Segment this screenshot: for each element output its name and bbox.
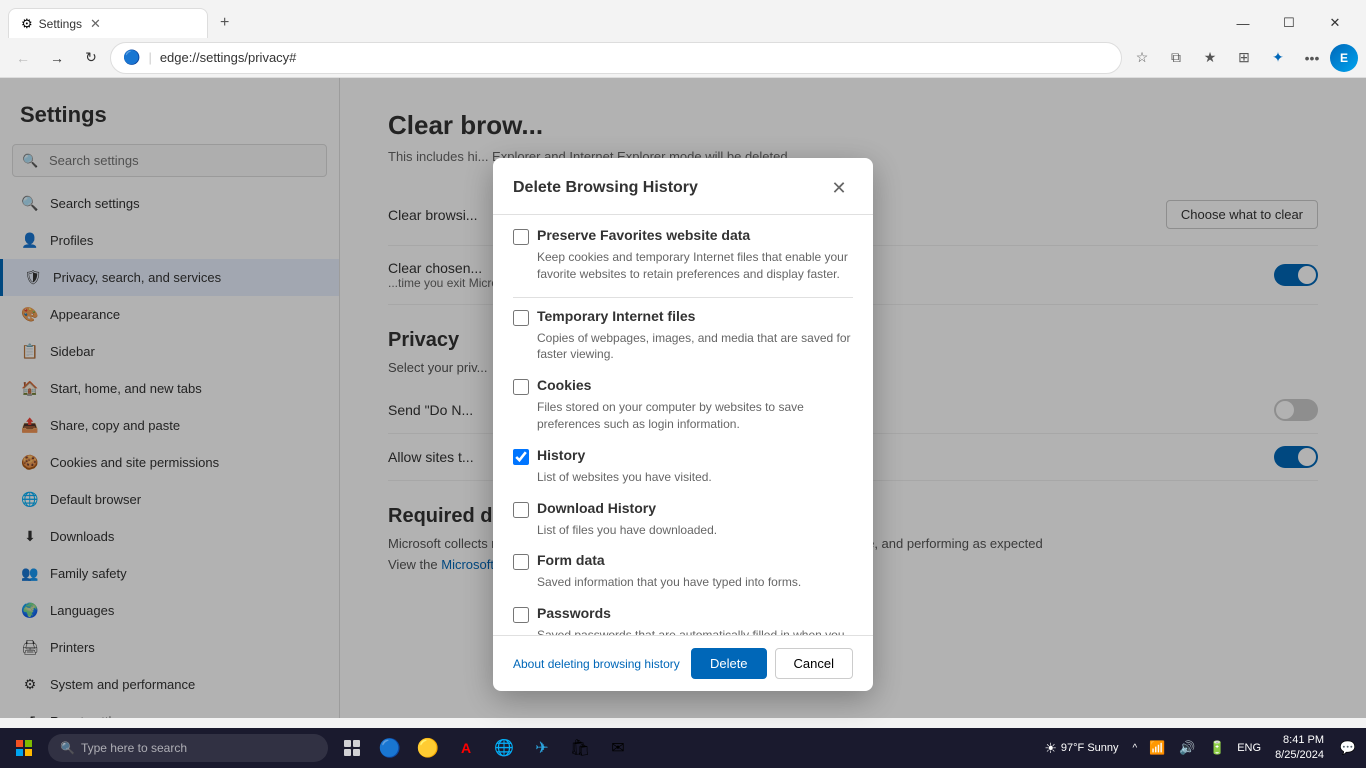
delete-browsing-history-modal: Delete Browsing History ✕ Preserve Favor… xyxy=(493,158,873,691)
modal-item-form-data: Form data Saved information that you hav… xyxy=(513,552,853,591)
modal-item-header-cookies: Cookies xyxy=(513,377,853,395)
modal-item-header-passwords: Passwords xyxy=(513,605,853,623)
taskbar-search-placeholder: Type here to search xyxy=(81,741,187,755)
forward-button[interactable]: → xyxy=(42,43,72,73)
language-indicator: ENG xyxy=(1233,742,1265,754)
battery-icon[interactable]: 🔋 xyxy=(1203,730,1231,766)
modal-item-temp-internet: Temporary Internet files Copies of webpa… xyxy=(513,308,853,364)
taskbar-search[interactable]: 🔍 Type here to search xyxy=(48,734,328,762)
settings-tab[interactable]: ⚙ Settings ✕ xyxy=(8,8,208,38)
address-bar[interactable]: 🔵 | edge://settings/privacy# xyxy=(110,42,1122,74)
taskbar-store-icon[interactable]: 🛍 xyxy=(562,730,598,766)
taskbar-apps: 🔵 🟡 A 🌐 ✈ 🛍 ✉ xyxy=(334,730,636,766)
back-button[interactable]: ← xyxy=(8,43,38,73)
checkbox-preserve-favorites[interactable] xyxy=(513,229,529,245)
label-cookies: Cookies xyxy=(537,377,591,393)
modal-overlay: Delete Browsing History ✕ Preserve Favor… xyxy=(0,78,1366,718)
desc-temp-internet: Copies of webpages, images, and media th… xyxy=(537,330,853,364)
modal-header: Delete Browsing History ✕ xyxy=(493,158,873,215)
modal-close-button[interactable]: ✕ xyxy=(825,174,853,202)
weather-widget[interactable]: ☀ 97°F Sunny xyxy=(1036,740,1126,757)
modal-item-passwords: Passwords Saved passwords that are autom… xyxy=(513,605,853,635)
modal-item-header-temp: Temporary Internet files xyxy=(513,308,853,326)
modal-divider-1 xyxy=(513,297,853,298)
label-temp-internet: Temporary Internet files xyxy=(537,308,695,324)
taskbar-edge-icon[interactable]: 🔵 xyxy=(372,730,408,766)
taskbar-right: ☀ 97°F Sunny ^ 📶 🔊 🔋 ENG 8:41 PM 8/25/20… xyxy=(1036,730,1362,766)
label-history: History xyxy=(537,447,585,463)
checkbox-cookies[interactable] xyxy=(513,379,529,395)
close-button[interactable]: ✕ xyxy=(1312,8,1358,38)
minimize-button[interactable]: — xyxy=(1220,8,1266,38)
taskbar-search-icon: 🔍 xyxy=(60,741,75,755)
taskbar-telegram-icon[interactable]: ✈ xyxy=(524,730,560,766)
toolbar: ← → ↻ 🔵 | edge://settings/privacy# ☆ ⧉ ★… xyxy=(0,38,1366,78)
refresh-button[interactable]: ↻ xyxy=(76,43,106,73)
edge-favicon-icon: 🔵 xyxy=(123,49,140,66)
modal-item-preserve-favorites: Preserve Favorites website data Keep coo… xyxy=(513,227,853,283)
edge-profile-icon[interactable]: E xyxy=(1330,44,1358,72)
copilot-button[interactable]: ✦ xyxy=(1262,42,1294,74)
address-url: edge://settings/privacy# xyxy=(160,50,297,65)
desc-form-data: Saved information that you have typed in… xyxy=(537,574,853,591)
taskbar-task-view[interactable] xyxy=(334,730,370,766)
modal-title: Delete Browsing History xyxy=(513,179,698,197)
address-separator: | xyxy=(148,50,151,65)
network-icon[interactable]: 📶 xyxy=(1143,730,1171,766)
desc-cookies: Files stored on your computer by website… xyxy=(537,399,853,433)
desc-download-history: List of files you have downloaded. xyxy=(537,522,853,539)
split-screen-button[interactable]: ⧉ xyxy=(1160,42,1192,74)
time: 8:41 PM xyxy=(1283,733,1324,748)
checkbox-download-history[interactable] xyxy=(513,502,529,518)
modal-item-history: History List of websites you have visite… xyxy=(513,447,853,486)
taskbar-autocad-icon[interactable]: A xyxy=(448,730,484,766)
tab-close-icon[interactable]: ✕ xyxy=(88,16,103,32)
collections-button[interactable]: ⊞ xyxy=(1228,42,1260,74)
modal-item-header-preserve: Preserve Favorites website data xyxy=(513,227,853,245)
modal-item-header-download: Download History xyxy=(513,500,853,518)
cancel-button[interactable]: Cancel xyxy=(775,648,853,679)
date: 8/25/2024 xyxy=(1275,748,1324,763)
more-button[interactable]: ••• xyxy=(1296,42,1328,74)
label-download-history: Download History xyxy=(537,500,656,516)
desc-history: List of websites you have visited. xyxy=(537,469,853,486)
desc-preserve-favorites: Keep cookies and temporary Internet file… xyxy=(537,249,853,283)
modal-item-header-form: Form data xyxy=(513,552,853,570)
checkbox-temp-internet[interactable] xyxy=(513,310,529,326)
weather-icon: ☀ xyxy=(1044,740,1057,757)
label-passwords: Passwords xyxy=(537,605,611,621)
modal-item-header-history: History xyxy=(513,447,853,465)
modal-footer: About deleting browsing history Delete C… xyxy=(493,635,873,691)
tray-expand-button[interactable]: ^ xyxy=(1129,743,1142,754)
modal-item-cookies: Cookies Files stored on your computer by… xyxy=(513,377,853,433)
new-tab-button[interactable]: + xyxy=(212,10,237,36)
modal-body: Preserve Favorites website data Keep coo… xyxy=(493,215,873,635)
tab-title: Settings xyxy=(39,17,82,31)
tab-bar: ⚙ Settings ✕ + xyxy=(8,8,1216,38)
weather-text: 97°F Sunny xyxy=(1061,742,1119,754)
taskbar: 🔍 Type here to search 🔵 🟡 A 🌐 ✈ 🛍 ✉ ☀ 97… xyxy=(0,728,1366,768)
modal-item-download-history: Download History List of files you have … xyxy=(513,500,853,539)
clock[interactable]: 8:41 PM 8/25/2024 xyxy=(1267,731,1332,766)
label-preserve-favorites: Preserve Favorites website data xyxy=(537,227,750,243)
taskbar-mail-icon[interactable]: ✉ xyxy=(600,730,636,766)
label-form-data: Form data xyxy=(537,552,605,568)
favorites-bar-button[interactable]: ★ xyxy=(1194,42,1226,74)
volume-icon[interactable]: 🔊 xyxy=(1173,730,1201,766)
checkbox-history[interactable] xyxy=(513,449,529,465)
delete-button[interactable]: Delete xyxy=(691,648,767,679)
favorites-button[interactable]: ☆ xyxy=(1126,42,1158,74)
about-deleting-history-link[interactable]: About deleting browsing history xyxy=(513,657,680,671)
window-controls: — ☐ ✕ xyxy=(1220,8,1358,38)
tab-favicon: ⚙ xyxy=(21,16,33,32)
checkbox-form-data[interactable] xyxy=(513,554,529,570)
checkbox-passwords[interactable] xyxy=(513,607,529,623)
taskbar-language-icon[interactable]: 🌐 xyxy=(486,730,522,766)
maximize-button[interactable]: ☐ xyxy=(1266,8,1312,38)
desc-passwords: Saved passwords that are automatically f… xyxy=(537,627,853,635)
start-button[interactable] xyxy=(4,730,44,766)
notification-button[interactable]: 💬 xyxy=(1334,730,1362,766)
taskbar-chrome-icon[interactable]: 🟡 xyxy=(410,730,446,766)
